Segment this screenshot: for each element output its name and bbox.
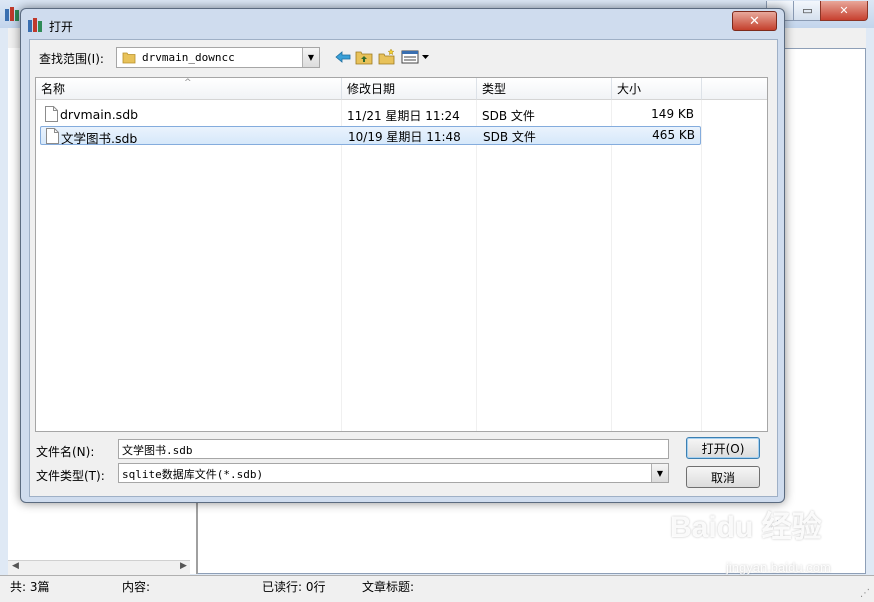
view-menu-button[interactable]	[400, 47, 432, 67]
column-header-type[interactable]: 类型	[477, 78, 612, 100]
dialog-close-button[interactable]: ✕	[732, 11, 777, 31]
look-in-value: drvmain_downcc	[142, 51, 235, 64]
column-header-date[interactable]: 修改日期	[342, 78, 477, 100]
resize-grip-icon[interactable]: ⋰	[860, 588, 870, 599]
file-size: 149 KB	[651, 107, 694, 121]
scroll-right-icon[interactable]: ▶	[180, 561, 187, 571]
new-folder-icon	[378, 49, 395, 65]
back-button[interactable]	[334, 47, 352, 67]
background-close-button[interactable]: ✕	[820, 1, 868, 21]
file-row[interactable]: drvmain.sdb 11/21 星期日 11:24 SDB 文件 149 K…	[40, 105, 701, 124]
look-in-label: 查找范围(I):	[39, 52, 104, 66]
filename-label: 文件名(N):	[36, 445, 95, 459]
filetype-select[interactable]: sqlite数据库文件(*.sdb) ▼	[118, 463, 669, 483]
maximize-button[interactable]: ▭	[793, 1, 822, 21]
watermark-logo: Baidu 经验	[670, 511, 822, 544]
file-list[interactable]: 名称 ^ 修改日期 类型 大小 drvmain.sdb 11/21 星期日 11…	[35, 77, 768, 432]
column-header-size[interactable]: 大小	[612, 78, 702, 100]
file-date: 10/19 星期日 11:48	[348, 130, 461, 144]
open-button[interactable]: 打开(O)	[686, 437, 760, 459]
file-date: 11/21 星期日 11:24	[347, 109, 460, 123]
new-folder-button[interactable]	[377, 47, 397, 67]
filetype-label: 文件类型(T):	[36, 469, 105, 483]
file-type: SDB 文件	[483, 130, 536, 144]
file-icon	[46, 128, 59, 144]
file-row-selected[interactable]: 文学图书.sdb 10/19 星期日 11:48 SDB 文件 465 KB	[40, 126, 701, 146]
column-divider	[476, 100, 477, 431]
dialog-body: 查找范围(I): drvmain_downcc ▼ 名称 ^ 修改日期 类型 大…	[29, 39, 779, 530]
file-name: 文学图书.sdb	[61, 131, 138, 146]
open-file-dialog: 打开 ✕ 查找范围(I): drvmain_downcc ▼ 名称 ^ 修改日期…	[20, 8, 785, 530]
file-size: 465 KB	[652, 128, 695, 142]
scroll-left-icon[interactable]: ◀	[12, 561, 19, 571]
watermark-url: jingyan.baidu.com	[726, 560, 831, 575]
file-type: SDB 文件	[482, 109, 535, 123]
status-read-lines: 已读行: 0行	[262, 580, 326, 594]
filename-input[interactable]: 文学图书.sdb	[118, 439, 669, 459]
cancel-button[interactable]: 取消	[686, 466, 760, 488]
dialog-title: 打开	[49, 20, 74, 34]
folder-icon	[122, 52, 136, 64]
chevron-down-icon[interactable]: ▼	[302, 48, 319, 67]
file-name: drvmain.sdb	[60, 107, 139, 122]
status-article-title: 文章标题:	[362, 580, 415, 594]
dialog-app-icon	[28, 18, 42, 32]
look-in-combobox[interactable]: drvmain_downcc ▼	[116, 47, 320, 68]
chevron-down-icon[interactable]: ▼	[651, 464, 668, 482]
column-divider	[701, 100, 702, 431]
up-folder-button[interactable]	[354, 47, 374, 67]
sort-ascending-icon: ^	[184, 78, 192, 88]
status-count: 共: 3篇	[10, 580, 50, 594]
column-divider	[611, 100, 612, 431]
view-menu-icon	[401, 50, 429, 64]
status-content: 内容:	[122, 580, 151, 594]
filetype-value: sqlite数据库文件(*.sdb)	[122, 468, 264, 481]
column-divider	[341, 100, 342, 431]
app-icon	[5, 7, 19, 21]
column-header-filler	[702, 78, 767, 100]
file-icon	[45, 106, 58, 122]
dialog-titlebar[interactable]: 打开 ✕	[21, 9, 784, 39]
up-folder-icon	[355, 51, 373, 65]
horizontal-scrollbar[interactable]	[8, 560, 190, 575]
back-icon	[335, 51, 351, 63]
